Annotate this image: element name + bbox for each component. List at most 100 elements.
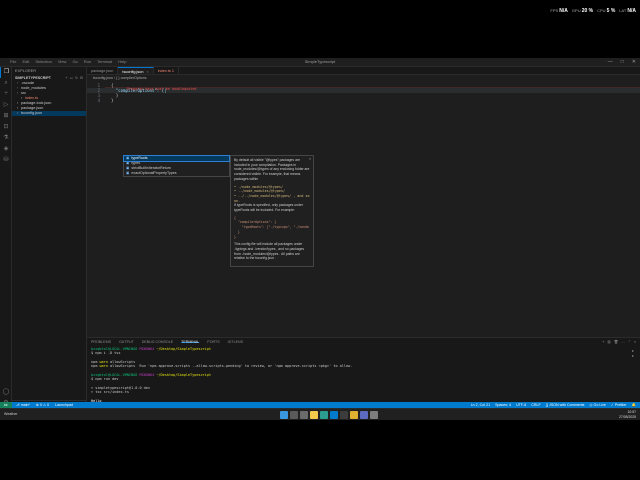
status-left: ⎇ main* ⊗ 0 ⚠ 0 Launchpad — [12, 403, 73, 407]
suggestion-label: typeRoots — [131, 156, 148, 160]
perf-value: N/A — [559, 8, 568, 14]
close-icon[interactable]: × — [147, 70, 149, 74]
terminal-text: allowScripts Run 'npm approve-scripts --… — [107, 364, 353, 369]
run-debug-icon[interactable]: ▷ — [0, 100, 12, 111]
activity-bar: ❐⌕⑂▷⊞⊡⚗◈⛁◯⚙ — [0, 67, 12, 410]
settings-icon[interactable] — [370, 411, 378, 419]
panel-tab-output[interactable]: OUTPUT — [119, 340, 134, 344]
status-item[interactable]: UTF-8 — [516, 403, 526, 407]
window-controls: — □ ✕ — [608, 59, 636, 65]
status-item[interactable]: {} JSON with Comments — [546, 403, 585, 407]
vscode-icon[interactable] — [330, 411, 338, 419]
chrome-icon[interactable] — [350, 411, 358, 419]
status-right: Ln 2, Col 21 Spaces: 4 UTF-8 CRLF {} JSON wi… — [471, 403, 640, 407]
new-folder-icon[interactable]: ▭ — [70, 76, 73, 80]
start-icon[interactable] — [280, 411, 288, 419]
more-icon[interactable]: … — [621, 340, 625, 344]
close-icon[interactable]: × — [309, 157, 311, 162]
clock-date: 27/05/2025 — [619, 414, 636, 419]
tab-label: package.json — [91, 69, 114, 73]
editor-tab[interactable]: package.json — [87, 67, 119, 74]
suggestion-label: strictBuiltinIteratorReturn — [131, 166, 171, 170]
suggestion-item[interactable]: ▣ exactOptionalPropertyTypes — [124, 171, 229, 176]
panel-tab-problems[interactable]: PROBLEMS — [91, 340, 111, 344]
new-terminal-icon[interactable]: + — [602, 340, 604, 344]
perf-stat: CPU 5 % — [597, 8, 615, 14]
tree-item-label: .vscode — [21, 81, 35, 85]
explorer-tools: + ▭ ↻ ⊟ — [65, 76, 83, 80]
status-item[interactable]: CRLF — [531, 403, 540, 407]
database-icon[interactable]: ⛁ — [0, 155, 12, 166]
project-name: SIMPLETYPESCRIPT — [15, 76, 51, 80]
panel-tools: + ▥ 🗑 … ⌃ × — [602, 340, 636, 344]
perf-value: N/A — [627, 8, 636, 14]
editor-tabs: package.json tsconfig.json × index.ts 1 — [87, 67, 640, 75]
close-icon[interactable]: ✕ — [632, 59, 636, 65]
trash-icon[interactable]: 🗑 — [614, 340, 619, 344]
weather-widget[interactable]: Weather — [4, 412, 18, 416]
terminal-icon[interactable] — [340, 411, 348, 419]
new-file-icon[interactable]: + — [65, 76, 67, 80]
screen: File Edit Selection View Go Run Terminal Help S… — [0, 58, 640, 420]
refresh-icon[interactable]: ↻ — [75, 76, 78, 80]
title-bar: File Edit Selection View Go Run Terminal Help S… — [0, 58, 640, 67]
status-item[interactable]: 🔔 — [632, 403, 636, 407]
perf-label: GPU — [571, 8, 582, 13]
task-view-icon[interactable] — [300, 411, 308, 419]
code-line: 4} — [87, 98, 640, 103]
maximize-icon[interactable]: ⌃ — [628, 340, 631, 344]
testing-icon[interactable]: ⚗ — [0, 133, 12, 144]
tree-item-label: src — [21, 91, 27, 95]
suggestion-label: exactOptionalPropertyTypes — [131, 171, 177, 175]
windows-taskbar: Weather 10:57 27/05/2025 — [0, 408, 640, 420]
files-icon[interactable]: ❐ — [0, 67, 12, 78]
tree-item-label: package.json — [21, 106, 44, 110]
terminal-text: MINGW64 — [137, 372, 155, 377]
window-title: SimpleTypescript — [304, 59, 336, 64]
status-item[interactable]: ✓ Prettier — [611, 403, 627, 407]
terminal-text: ~/Desktop/SimpleTypescript — [154, 372, 212, 377]
store-icon[interactable] — [360, 411, 368, 419]
split-terminal-icon[interactable]: ▥ — [607, 340, 610, 344]
suggestion-docs: × By default all visible "@types" packag… — [230, 155, 314, 267]
perf-stat: GPU 20 % — [572, 8, 593, 14]
collapse-icon[interactable]: ⊟ — [80, 76, 83, 80]
minimize-icon[interactable]: — — [608, 59, 613, 65]
status-item[interactable]: Ln 2, Col 21 — [471, 403, 490, 407]
close-icon[interactable]: × — [634, 340, 636, 344]
remote-icon[interactable]: ⊡ — [0, 122, 12, 133]
terminal-text: $ npm run dev — [91, 377, 119, 382]
panel-tab-debug-console[interactable]: DEBUG CONSOLE — [142, 340, 173, 344]
perf-label: CPU — [597, 8, 607, 13]
perf-stat: FPS N/A — [550, 8, 568, 14]
edge-icon[interactable] — [320, 411, 328, 419]
docker-icon[interactable]: ◈ — [0, 144, 12, 155]
property-icon: ▣ — [126, 171, 130, 175]
docs-paragraph: By default all visible "@types" packages… — [234, 158, 310, 181]
tree-item[interactable]: ▪ tsconfig.json — [12, 111, 86, 116]
search-icon[interactable]: ⌕ — [0, 78, 12, 89]
extensions-icon[interactable]: ⊞ — [0, 111, 12, 122]
status-item[interactable]: ◎ Go Live — [589, 403, 606, 407]
code-editor[interactable]: 1{2 "compilerOptions": {| 3 } 4} Property … — [87, 81, 640, 333]
panel-tab-gitlens[interactable]: GITLENS — [228, 340, 243, 344]
status-item[interactable]: Spaces: 4 — [495, 403, 511, 407]
bash-icon[interactable]: ▸ — [632, 353, 638, 358]
editor-tab[interactable]: index.ts 1 — [154, 67, 179, 74]
perf-value: 5 % — [606, 8, 616, 14]
suggestion-widget[interactable]: ▣ typeRoots ▣ types ▣ strictBuiltinIteratorRe… — [123, 155, 230, 177]
docs-paragraph: This config file will include all packag… — [234, 242, 305, 261]
system-tray-clock[interactable]: 10:57 27/05/2025 — [619, 410, 636, 419]
status-item[interactable]: ⎇ main* — [16, 403, 30, 407]
maximize-icon[interactable]: □ — [621, 59, 624, 65]
source-control-icon[interactable]: ⑂ — [0, 89, 12, 100]
file-explorer-icon[interactable] — [310, 411, 318, 419]
editor-tab[interactable]: tsconfig.json × — [118, 67, 154, 74]
tree-item-label: package-lock.json — [21, 101, 52, 105]
status-item[interactable]: Launchpad — [55, 403, 73, 407]
status-item[interactable]: ⊗ 0 ⚠ 0 — [36, 403, 49, 407]
panel-tab-terminal[interactable]: TERMINAL — [181, 340, 200, 344]
search-icon[interactable] — [290, 411, 298, 419]
panel-tab-ports[interactable]: PORTS — [207, 340, 219, 344]
accounts-icon[interactable]: ◯ — [0, 387, 12, 398]
